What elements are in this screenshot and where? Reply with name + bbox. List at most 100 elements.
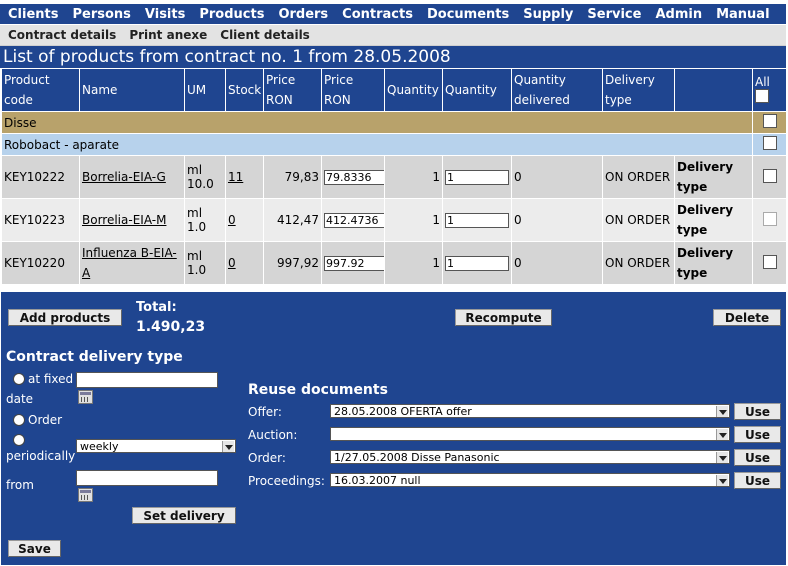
submenu-client-details[interactable]: Client details bbox=[212, 28, 315, 42]
col-header-quantity: Quantity bbox=[384, 68, 443, 112]
order-label: Order bbox=[28, 413, 63, 427]
delivery-type-heading: Contract delivery type bbox=[6, 349, 183, 365]
proceedings-select-value: 16.03.2007 null bbox=[334, 474, 421, 487]
from-label: from bbox=[6, 478, 34, 492]
use-proceedings-button[interactable]: Use bbox=[734, 472, 781, 489]
stock-link[interactable]: 11 bbox=[228, 170, 243, 184]
all-label: All bbox=[755, 74, 770, 89]
add-products-button[interactable]: Add products bbox=[8, 309, 122, 326]
product-name-link[interactable]: Influenza B-EIA-A bbox=[82, 246, 177, 280]
offer-select-value: 28.05.2008 OFERTA offer bbox=[334, 405, 472, 418]
product-name-link[interactable]: Borrelia-EIA-M bbox=[82, 213, 166, 227]
set-delivery-button[interactable]: Set delivery bbox=[132, 507, 236, 524]
product-code: KEY10220 bbox=[1, 241, 80, 285]
group-checkbox[interactable] bbox=[762, 136, 777, 150]
menu-products[interactable]: Products bbox=[191, 7, 270, 22]
status-value: ON ORDER bbox=[602, 155, 675, 199]
status-value: ON ORDER bbox=[602, 198, 675, 242]
menu-orders[interactable]: Orders bbox=[270, 7, 334, 22]
group-label: Disse bbox=[1, 111, 753, 134]
product-um: ml 10.0 bbox=[184, 155, 226, 199]
table-row: KEY10222 Borrelia-EIA-G ml 10.0 11 79,83… bbox=[1, 155, 787, 199]
offer-label: Offer: bbox=[248, 405, 282, 419]
table-row: KEY10220 Influenza B-EIA-A ml 1.0 0 997,… bbox=[1, 241, 787, 285]
delete-button[interactable]: Delete bbox=[713, 309, 781, 326]
quantity-input[interactable] bbox=[445, 212, 509, 228]
delivered-value: 0 bbox=[511, 198, 603, 242]
quantity-value: 1 bbox=[384, 198, 443, 242]
quantity-input[interactable] bbox=[445, 169, 509, 185]
price-value: 997,92 bbox=[263, 241, 322, 285]
submenu-contract-details[interactable]: Contract details bbox=[0, 28, 121, 42]
radio-fixed-date[interactable] bbox=[13, 373, 25, 385]
col-header-price-edit: Price RON bbox=[321, 68, 385, 112]
page-title: List of products from contract no. 1 fro… bbox=[3, 47, 451, 67]
product-code: KEY10222 bbox=[1, 155, 80, 199]
row-checkbox[interactable] bbox=[762, 254, 777, 269]
col-header-name: Name bbox=[79, 68, 185, 112]
fixed-date-input[interactable] bbox=[76, 372, 218, 388]
stock-link[interactable]: 0 bbox=[228, 256, 236, 270]
select-all-checkbox[interactable] bbox=[755, 88, 769, 103]
product-name-link[interactable]: Borrelia-EIA-G bbox=[82, 170, 166, 184]
row-checkbox[interactable] bbox=[762, 211, 777, 226]
delivery-type-label[interactable]: Delivery type bbox=[674, 198, 753, 242]
menu-contracts[interactable]: Contracts bbox=[334, 7, 419, 22]
col-header-stock: Stock bbox=[225, 68, 264, 112]
order-select[interactable]: 1/27.05.2008 Disse Panasonic bbox=[330, 450, 730, 464]
radio-periodically[interactable] bbox=[13, 434, 25, 446]
delivered-value: 0 bbox=[511, 155, 603, 199]
calendar-icon[interactable] bbox=[78, 390, 93, 404]
reuse-documents-heading: Reuse documents bbox=[248, 382, 388, 398]
group-checkbox[interactable] bbox=[762, 114, 777, 128]
page-title-bar: List of products from contract no. 1 fro… bbox=[0, 46, 786, 68]
price-input[interactable] bbox=[324, 212, 384, 228]
use-order-button[interactable]: Use bbox=[734, 449, 781, 466]
delivery-type-label[interactable]: Delivery type bbox=[674, 241, 753, 285]
col-header-code: Product code bbox=[1, 68, 80, 112]
quantity-input[interactable] bbox=[445, 255, 509, 271]
group-label: Robobact - aparate bbox=[1, 133, 753, 156]
col-header-delivered: Quantity delivered bbox=[511, 68, 603, 112]
order-doc-label: Order: bbox=[248, 451, 286, 465]
save-button[interactable]: Save bbox=[8, 540, 61, 557]
radio-order[interactable] bbox=[13, 414, 25, 426]
col-header-extra bbox=[674, 68, 753, 112]
row-checkbox[interactable] bbox=[762, 168, 777, 183]
menu-visits[interactable]: Visits bbox=[137, 7, 191, 22]
calendar-icon[interactable] bbox=[78, 488, 93, 502]
delivery-type-label[interactable]: Delivery type bbox=[674, 155, 753, 199]
use-offer-button[interactable]: Use bbox=[734, 403, 781, 420]
recompute-button[interactable]: Recompute bbox=[455, 309, 552, 326]
chevron-down-icon bbox=[716, 452, 728, 463]
menu-documents[interactable]: Documents bbox=[419, 7, 515, 22]
price-input[interactable] bbox=[324, 255, 384, 271]
col-header-price: Price RON bbox=[263, 68, 322, 112]
use-auction-button[interactable]: Use bbox=[734, 426, 781, 443]
fixed-date-label: at fixed bbox=[28, 372, 74, 386]
table-row: KEY10223 Borrelia-EIA-M ml 1.0 0 412,47 … bbox=[1, 198, 787, 242]
from-date-input[interactable] bbox=[76, 470, 218, 486]
main-menu: Clients Persons Visits Products Orders C… bbox=[0, 4, 786, 24]
menu-persons[interactable]: Persons bbox=[64, 7, 136, 22]
menu-admin[interactable]: Admin bbox=[647, 7, 708, 22]
contract-actions-panel: Add products Total: 1.490,23 Recompute D… bbox=[1, 292, 786, 565]
price-input[interactable] bbox=[324, 169, 384, 185]
menu-clients[interactable]: Clients bbox=[0, 7, 64, 22]
chevron-down-icon bbox=[222, 441, 234, 452]
period-select-value: weekly bbox=[80, 440, 119, 453]
submenu-print-anexe[interactable]: Print anexe bbox=[121, 28, 212, 42]
group-row-disse: Disse bbox=[1, 111, 787, 134]
proceedings-select[interactable]: 16.03.2007 null bbox=[330, 473, 730, 487]
delivered-value: 0 bbox=[511, 241, 603, 285]
periodically-label: periodically bbox=[6, 449, 76, 463]
menu-supply[interactable]: Supply bbox=[515, 7, 579, 22]
offer-select[interactable]: 28.05.2008 OFERTA offer bbox=[330, 404, 730, 418]
period-select[interactable]: weekly bbox=[76, 439, 236, 453]
stock-link[interactable]: 0 bbox=[228, 213, 236, 227]
menu-manual[interactable]: Manual bbox=[708, 7, 775, 22]
auction-select[interactable] bbox=[330, 427, 730, 441]
total-value: 1.490,23 bbox=[136, 319, 206, 335]
menu-service[interactable]: Service bbox=[579, 7, 647, 22]
proceedings-label: Proceedings: bbox=[248, 474, 325, 488]
